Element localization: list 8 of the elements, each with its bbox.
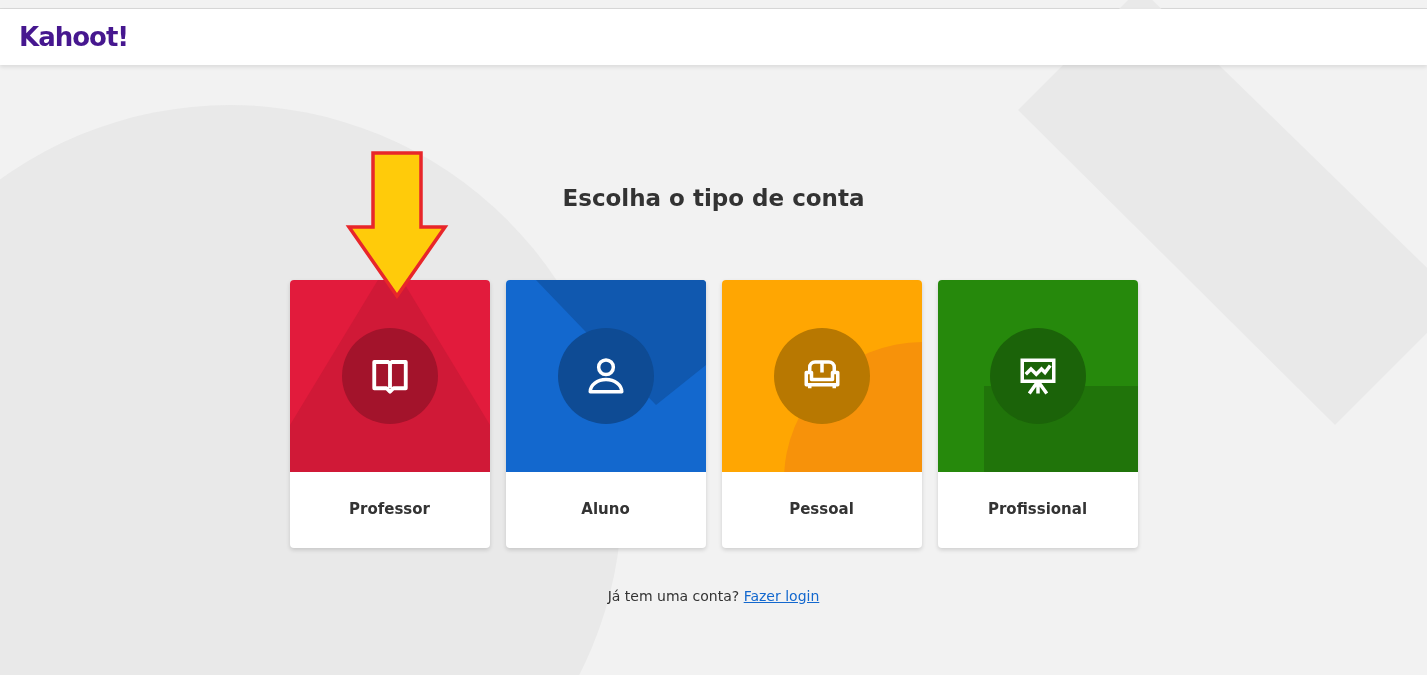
login-link[interactable]: Fazer login <box>743 587 820 604</box>
login-prompt: Já tem uma conta? <box>607 587 740 604</box>
account-type-card[interactable]: Pessoal <box>721 279 922 548</box>
account-type-card[interactable]: Profissional <box>937 279 1138 548</box>
kahoot-logo[interactable]: Kahoot! <box>19 17 129 57</box>
page-title: Escolha o tipo de conta <box>562 184 865 213</box>
account-type-card[interactable]: Professor <box>289 279 490 548</box>
account-type-card[interactable]: Aluno <box>505 279 706 548</box>
